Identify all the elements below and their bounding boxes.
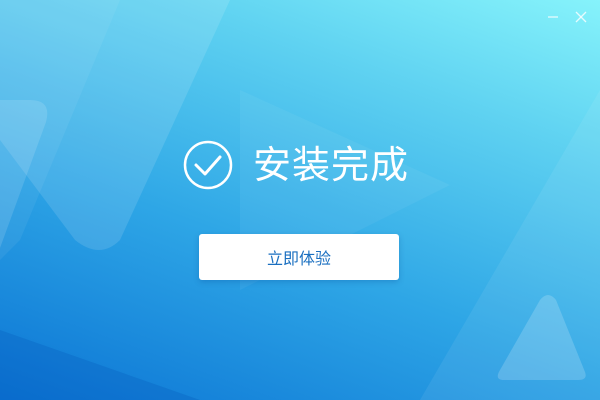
installer-window: 安装完成 立即体验	[0, 0, 600, 400]
checkmark-circle-icon	[183, 140, 233, 190]
completion-header: 安装完成	[183, 140, 409, 190]
background-decoration	[0, 0, 600, 400]
minimize-button[interactable]	[544, 8, 562, 26]
close-button[interactable]	[572, 8, 590, 26]
page-title: 安装完成	[253, 143, 410, 187]
minimize-icon	[548, 16, 558, 18]
experience-now-button[interactable]: 立即体验	[199, 234, 399, 280]
close-icon	[575, 11, 587, 23]
window-controls	[544, 8, 590, 26]
